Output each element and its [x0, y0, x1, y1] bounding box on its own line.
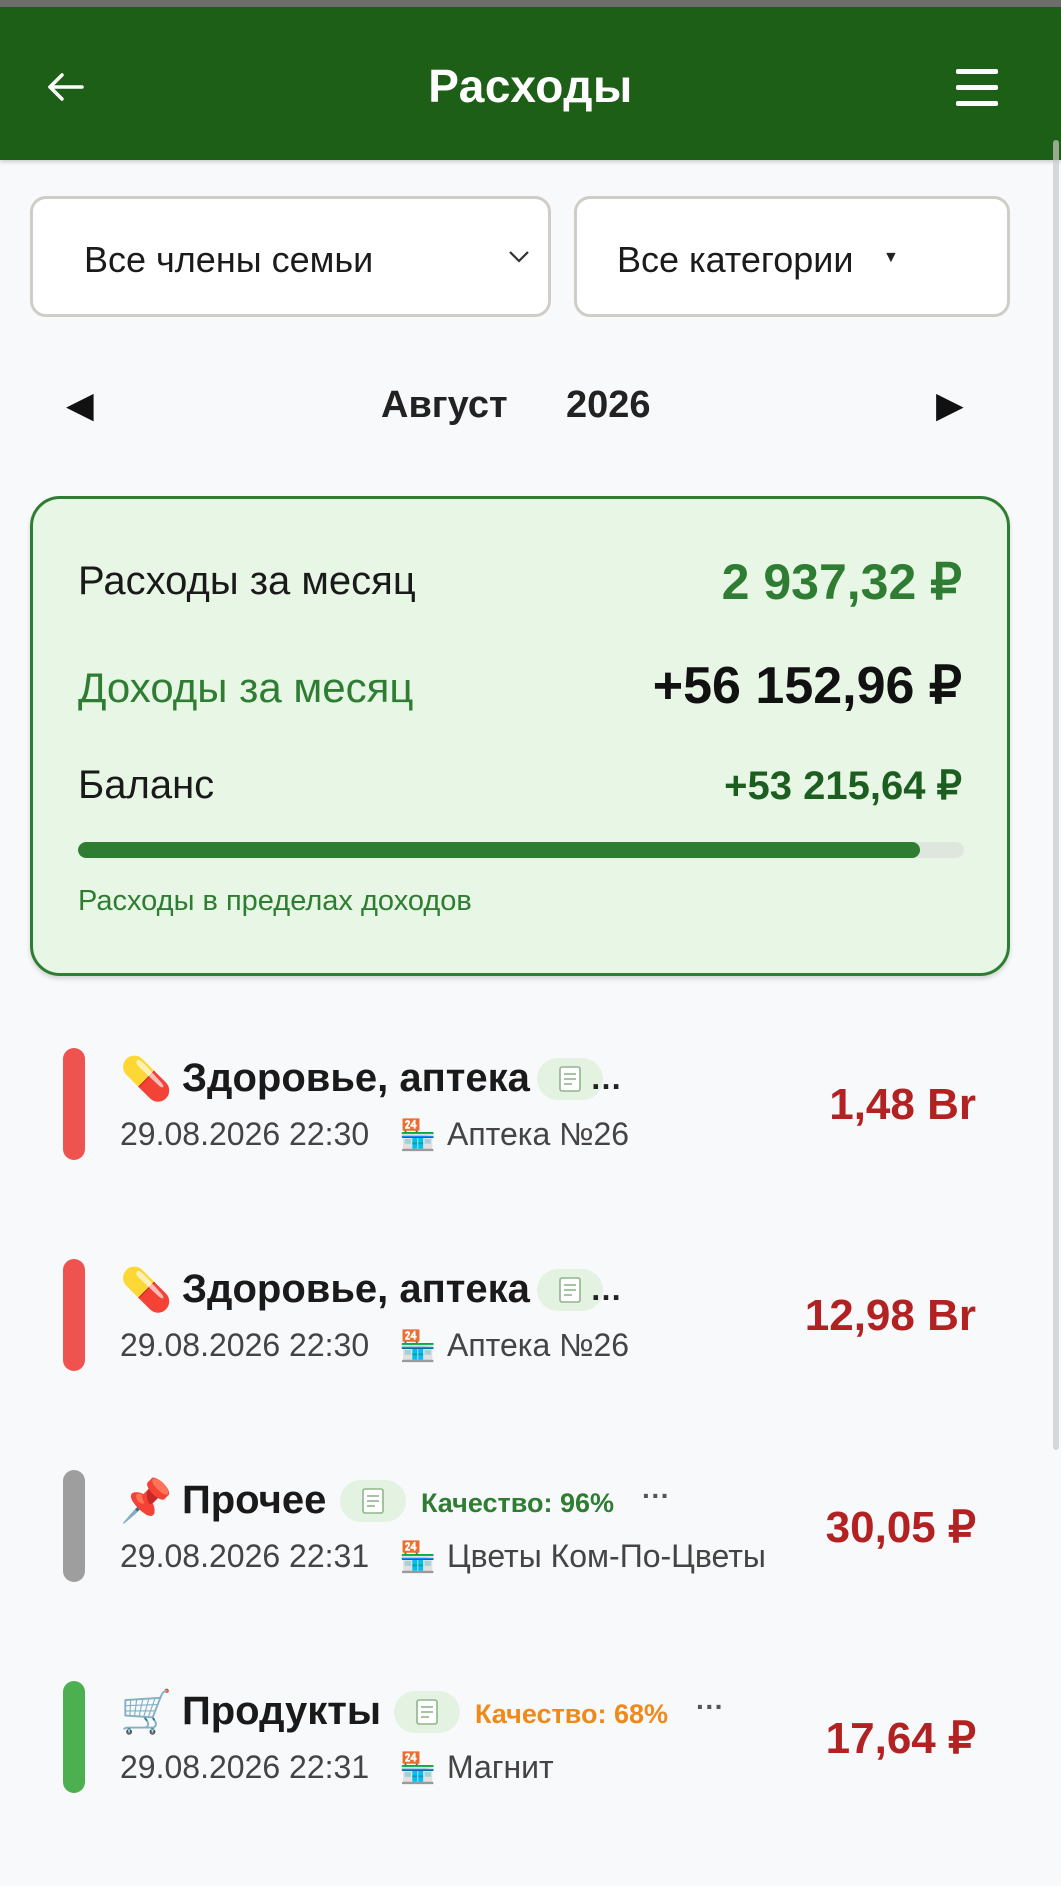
- balance-label: Баланс: [78, 763, 215, 807]
- transaction-item[interactable]: 🛒 Продукты Качество: 68% ··· 29.08.2026 …: [0, 1681, 1061, 1831]
- category-color-stripe: [63, 1048, 85, 1160]
- truncation-ellipsis: …: [590, 1060, 622, 1096]
- chevron-down-icon: [509, 251, 529, 263]
- income-value: +56 152,96 ₽: [652, 657, 962, 715]
- store-name: Цветы Ком-По-Цветы: [447, 1538, 766, 1574]
- app-bar: Расходы: [0, 7, 1061, 160]
- pill-icon: 💊: [120, 1055, 173, 1102]
- budget-status-caption: Расходы в пределах доходов: [78, 885, 472, 917]
- hamburger-menu-icon[interactable]: [954, 63, 1002, 111]
- category-name: Прочее: [182, 1478, 327, 1522]
- store-name: Магнит: [447, 1749, 554, 1785]
- prev-month-button[interactable]: ◀: [66, 384, 94, 426]
- category-name: Продукты: [182, 1689, 381, 1733]
- scrollbar[interactable]: [1053, 140, 1059, 1450]
- transaction-date: 29.08.2026 22:30: [120, 1327, 370, 1363]
- category-name: Здоровье, аптека: [182, 1056, 530, 1100]
- receipt-icon: [559, 1277, 581, 1303]
- store-icon: 🏪: [399, 1752, 437, 1785]
- status-strip: [0, 0, 1061, 7]
- month-selector: ◀ Август 2026 ▶: [0, 380, 1061, 440]
- transaction-date: 29.08.2026 22:31: [120, 1538, 370, 1574]
- store-icon: 🏪: [399, 1119, 437, 1152]
- pushpin-icon: 📌: [120, 1477, 173, 1524]
- store-name: Аптека №26: [447, 1327, 630, 1363]
- quality-badge: Качество: 68%: [475, 1699, 668, 1729]
- transaction-date: 29.08.2026 22:30: [120, 1116, 370, 1152]
- transaction-amount: 17,64 ₽: [825, 1714, 976, 1763]
- receipt-badge[interactable]: [394, 1691, 460, 1733]
- transaction-amount: 12,98 Br: [804, 1291, 976, 1340]
- store-icon: 🏪: [399, 1330, 437, 1363]
- category-dropdown[interactable]: Все категории ▼: [574, 196, 1010, 317]
- receipt-icon: [362, 1488, 384, 1514]
- category-color-stripe: [63, 1470, 85, 1582]
- budget-progress-fill: [78, 842, 920, 858]
- truncation-ellipsis: …: [590, 1271, 622, 1307]
- more-options-button[interactable]: ···: [642, 1480, 670, 1512]
- receipt-badge[interactable]: [340, 1480, 406, 1522]
- category-color-stripe: [63, 1259, 85, 1371]
- category-label: Все категории: [617, 239, 854, 280]
- transaction-amount: 1,48 Br: [829, 1080, 976, 1129]
- expenses-value: 2 937,32 ₽: [721, 554, 962, 610]
- month-summary-card: Расходы за месяц 2 937,32 ₽ Доходы за ме…: [30, 496, 1010, 976]
- more-options-button[interactable]: ···: [696, 1691, 724, 1723]
- store-name: Аптека №26: [447, 1116, 630, 1152]
- transaction-item[interactable]: 💊 Здоровье, аптека … 29.08.2026 22:30 🏪 …: [0, 1259, 1061, 1409]
- page-title: Расходы: [428, 60, 633, 112]
- shopping-cart-icon: 🛒: [120, 1688, 173, 1735]
- transaction-item[interactable]: 📌 Прочее Качество: 96% ··· 29.08.2026 22…: [0, 1470, 1061, 1620]
- receipt-icon: [559, 1066, 581, 1092]
- month-label: Август: [381, 384, 508, 426]
- pill-icon: 💊: [120, 1266, 173, 1313]
- next-month-button[interactable]: ▶: [936, 384, 964, 426]
- category-name: Здоровье, аптека: [182, 1267, 530, 1311]
- year-label: 2026: [566, 384, 651, 426]
- transaction-item[interactable]: 💊 Здоровье, аптека … 29.08.2026 22:30 🏪 …: [0, 1048, 1061, 1198]
- store-icon: 🏪: [399, 1541, 437, 1574]
- quality-badge: Качество: 96%: [421, 1488, 614, 1518]
- transaction-date: 29.08.2026 22:31: [120, 1749, 370, 1785]
- receipt-icon: [416, 1699, 438, 1725]
- family-member-label: Все члены семьи: [84, 239, 374, 280]
- balance-value: +53 215,64 ₽: [724, 764, 962, 808]
- budget-progress-bar: [78, 842, 964, 858]
- income-label: Доходы за месяц: [78, 664, 414, 711]
- family-member-dropdown[interactable]: Все члены семьи: [30, 196, 551, 317]
- category-color-stripe: [63, 1681, 85, 1793]
- expenses-label: Расходы за месяц: [78, 559, 416, 603]
- caret-down-icon: ▼: [883, 249, 899, 266]
- transaction-amount: 30,05 ₽: [825, 1503, 976, 1552]
